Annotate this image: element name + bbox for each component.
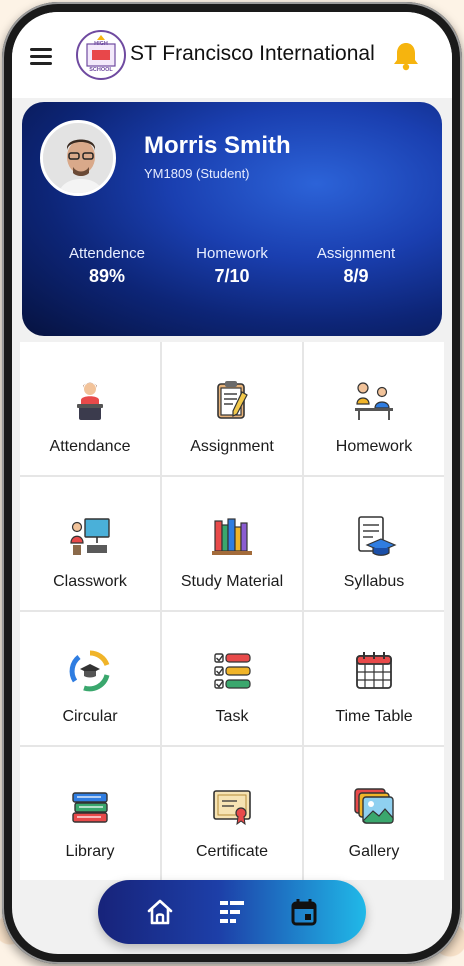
calendar-icon[interactable] (284, 892, 324, 932)
module-homework[interactable]: Homework (304, 342, 444, 475)
module-label: Certificate (195, 843, 269, 860)
module-assignment[interactable]: Assignment (162, 342, 302, 475)
app-title: ST Francisco International (130, 42, 375, 65)
module-label: Homework (335, 438, 413, 455)
module-label: Library (65, 843, 115, 860)
module-label: Classwork (53, 573, 127, 590)
module-gallery[interactable]: Gallery (304, 747, 444, 880)
bottom-navigation (98, 880, 366, 944)
hamburger-menu-icon[interactable] (30, 48, 52, 66)
stat-homework: Homework 7/10 (172, 245, 292, 287)
module-label: Circular (62, 708, 118, 725)
clipboard-pencil-icon (217, 381, 248, 419)
graduation-cycle-icon (69, 650, 110, 692)
list-icon[interactable] (212, 892, 252, 932)
teacher-board-icon (70, 518, 110, 555)
module-label: Assignment (190, 438, 274, 455)
stat-label: Attendence (69, 245, 145, 262)
module-label: Attendance (49, 438, 131, 455)
book-stack-icon (72, 792, 108, 823)
checklist-icon (214, 653, 251, 689)
app-screen: HIGH SCHOOL ST Francisco International M… (12, 12, 452, 954)
module-library[interactable]: Library (20, 747, 160, 880)
calendar-grid-icon (356, 652, 392, 689)
certificate-icon (213, 790, 251, 826)
module-certificate[interactable]: Certificate (162, 747, 302, 880)
module-attendance[interactable]: Attendance (20, 342, 160, 475)
module-task[interactable]: Task (162, 612, 302, 745)
module-grid: Attendance Assignment Homework Classwork… (20, 342, 444, 880)
bell-icon[interactable] (392, 40, 420, 72)
phone-frame: HIGH SCHOOL ST Francisco International M… (2, 2, 462, 964)
module-circular[interactable]: Circular (20, 612, 160, 745)
top-bar: HIGH SCHOOL ST Francisco International (12, 12, 452, 98)
stat-value: 7/10 (214, 266, 250, 286)
school-logo: HIGH SCHOOL (76, 30, 126, 80)
stat-value: 8/9 (343, 266, 369, 286)
module-syllabus[interactable]: Syllabus (304, 477, 444, 610)
photo-gallery-icon (354, 788, 394, 824)
svg-text:SCHOOL: SCHOOL (89, 67, 113, 73)
module-label: Task (215, 708, 249, 725)
svg-text:HIGH: HIGH (94, 41, 108, 47)
books-icon (212, 518, 252, 555)
profile-card: Morris Smith YM1809 (Student) Attendence… (22, 102, 442, 336)
document-grad-cap-icon (358, 516, 397, 556)
stat-assignment: Assignment 8/9 (296, 245, 416, 287)
teacher-at-podium-icon (77, 382, 103, 420)
module-time-table[interactable]: Time Table (304, 612, 444, 745)
module-label: Gallery (348, 843, 400, 860)
module-classwork[interactable]: Classwork (20, 477, 160, 610)
stat-attendance: Attendence 89% (47, 245, 167, 287)
avatar[interactable] (40, 120, 116, 196)
student-name: Morris Smith (144, 132, 291, 159)
module-label: Syllabus (343, 573, 405, 590)
home-icon[interactable] (140, 892, 180, 932)
module-label: Study Material (180, 573, 284, 590)
stat-value: 89% (88, 266, 126, 286)
stat-label: Assignment (316, 245, 396, 262)
module-label: Time Table (335, 708, 413, 725)
student-id: YM1809 (Student) (144, 166, 250, 181)
stat-label: Homework (196, 245, 268, 262)
module-study-material[interactable]: Study Material (162, 477, 302, 610)
student-at-desk-icon (355, 382, 393, 420)
